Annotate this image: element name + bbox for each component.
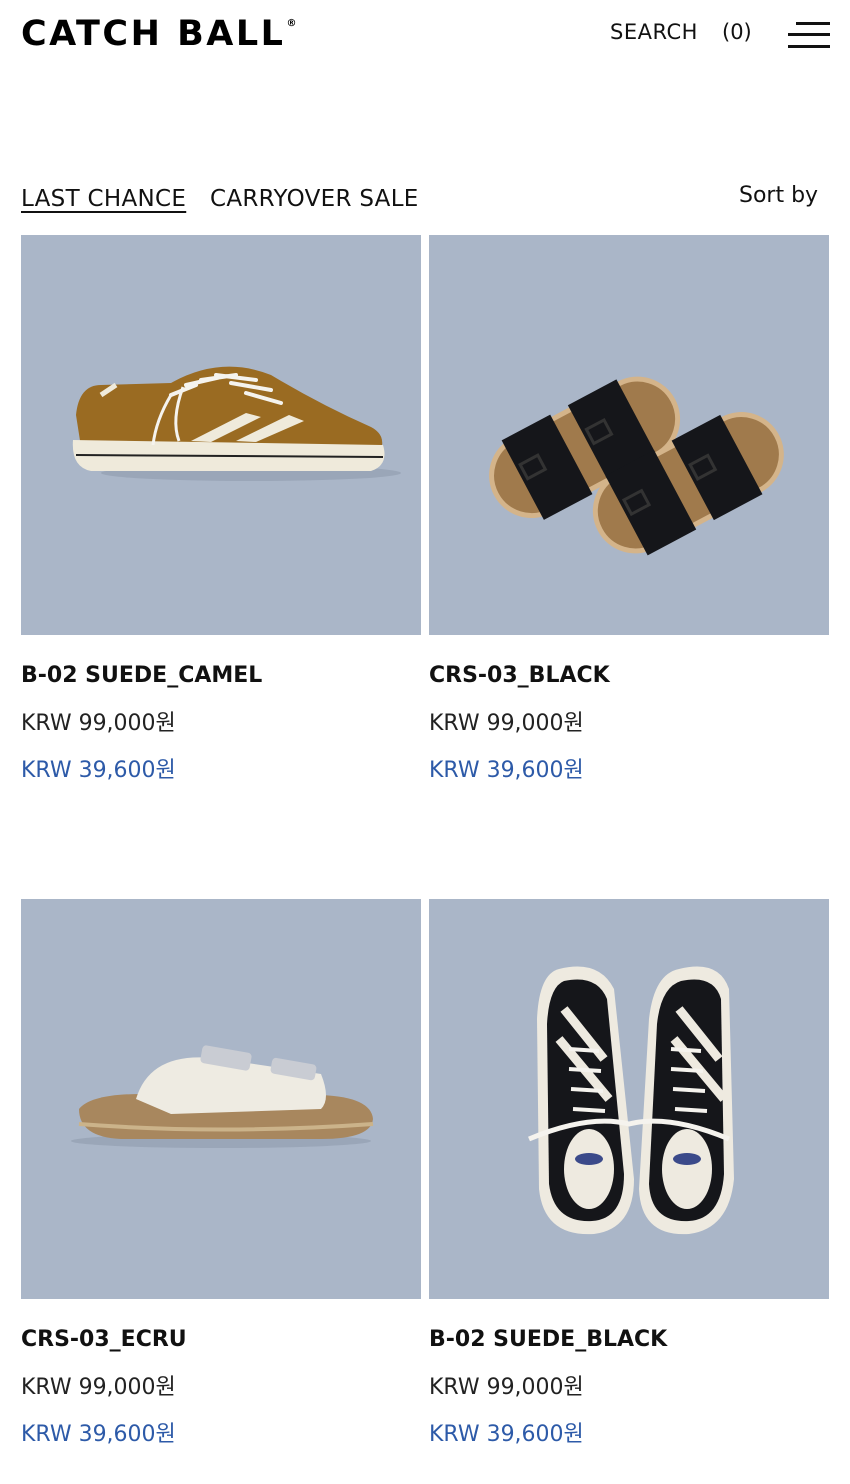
product-image[interactable] xyxy=(21,235,421,635)
product-name[interactable]: B-02 SUEDE_BLACK xyxy=(429,1327,667,1352)
product-card[interactable]: B-02 SUEDE_CAMEL KRW 99,000원 KRW 39,600원 xyxy=(21,235,421,783)
logo-text: CATCH BALL xyxy=(21,14,286,54)
sale-price: KRW 39,600원 xyxy=(429,1422,584,1447)
product-image[interactable] xyxy=(429,899,829,1299)
product-name[interactable]: CRS-03_BLACK xyxy=(429,663,610,688)
original-price: KRW 99,000원 xyxy=(21,1375,176,1400)
product-card[interactable]: CRS-03_BLACK KRW 99,000원 KRW 39,600원 xyxy=(429,235,829,783)
product-name[interactable]: B-02 SUEDE_CAMEL xyxy=(21,663,262,688)
brand-logo[interactable]: CATCH BALL® xyxy=(21,14,296,54)
original-price: KRW 99,000원 xyxy=(429,1375,584,1400)
tab-last-chance[interactable]: LAST CHANCE xyxy=(21,186,186,212)
search-link[interactable]: SEARCH xyxy=(610,20,698,44)
product-card[interactable]: CRS-03_ECRU KRW 99,000원 KRW 39,600원 xyxy=(21,899,421,1447)
original-price: KRW 99,000원 xyxy=(21,711,176,736)
product-name[interactable]: CRS-03_ECRU xyxy=(21,1327,187,1352)
product-image[interactable] xyxy=(429,235,829,635)
black-sandals-icon xyxy=(489,376,784,556)
sale-price: KRW 39,600원 xyxy=(21,1422,176,1447)
hamburger-menu-icon[interactable] xyxy=(788,20,830,50)
cart-count-link[interactable]: (0) xyxy=(722,20,752,44)
sale-price: KRW 39,600원 xyxy=(429,758,584,783)
black-sneakers-pair-icon xyxy=(528,966,734,1235)
original-price: KRW 99,000원 xyxy=(429,711,584,736)
product-image[interactable] xyxy=(21,899,421,1299)
site-header: CATCH BALL® SEARCH (0) xyxy=(0,0,850,70)
camel-sneaker-icon xyxy=(72,366,401,481)
product-card[interactable]: B-02 SUEDE_BLACK KRW 99,000원 KRW 39,600원 xyxy=(429,899,829,1447)
sale-price: KRW 39,600원 xyxy=(21,758,176,783)
tab-carryover-sale[interactable]: CARRYOVER SALE xyxy=(210,186,419,212)
registered-mark: ® xyxy=(286,18,297,29)
sort-by-dropdown[interactable]: Sort by xyxy=(739,183,818,208)
ecru-sandal-icon xyxy=(71,1045,374,1148)
